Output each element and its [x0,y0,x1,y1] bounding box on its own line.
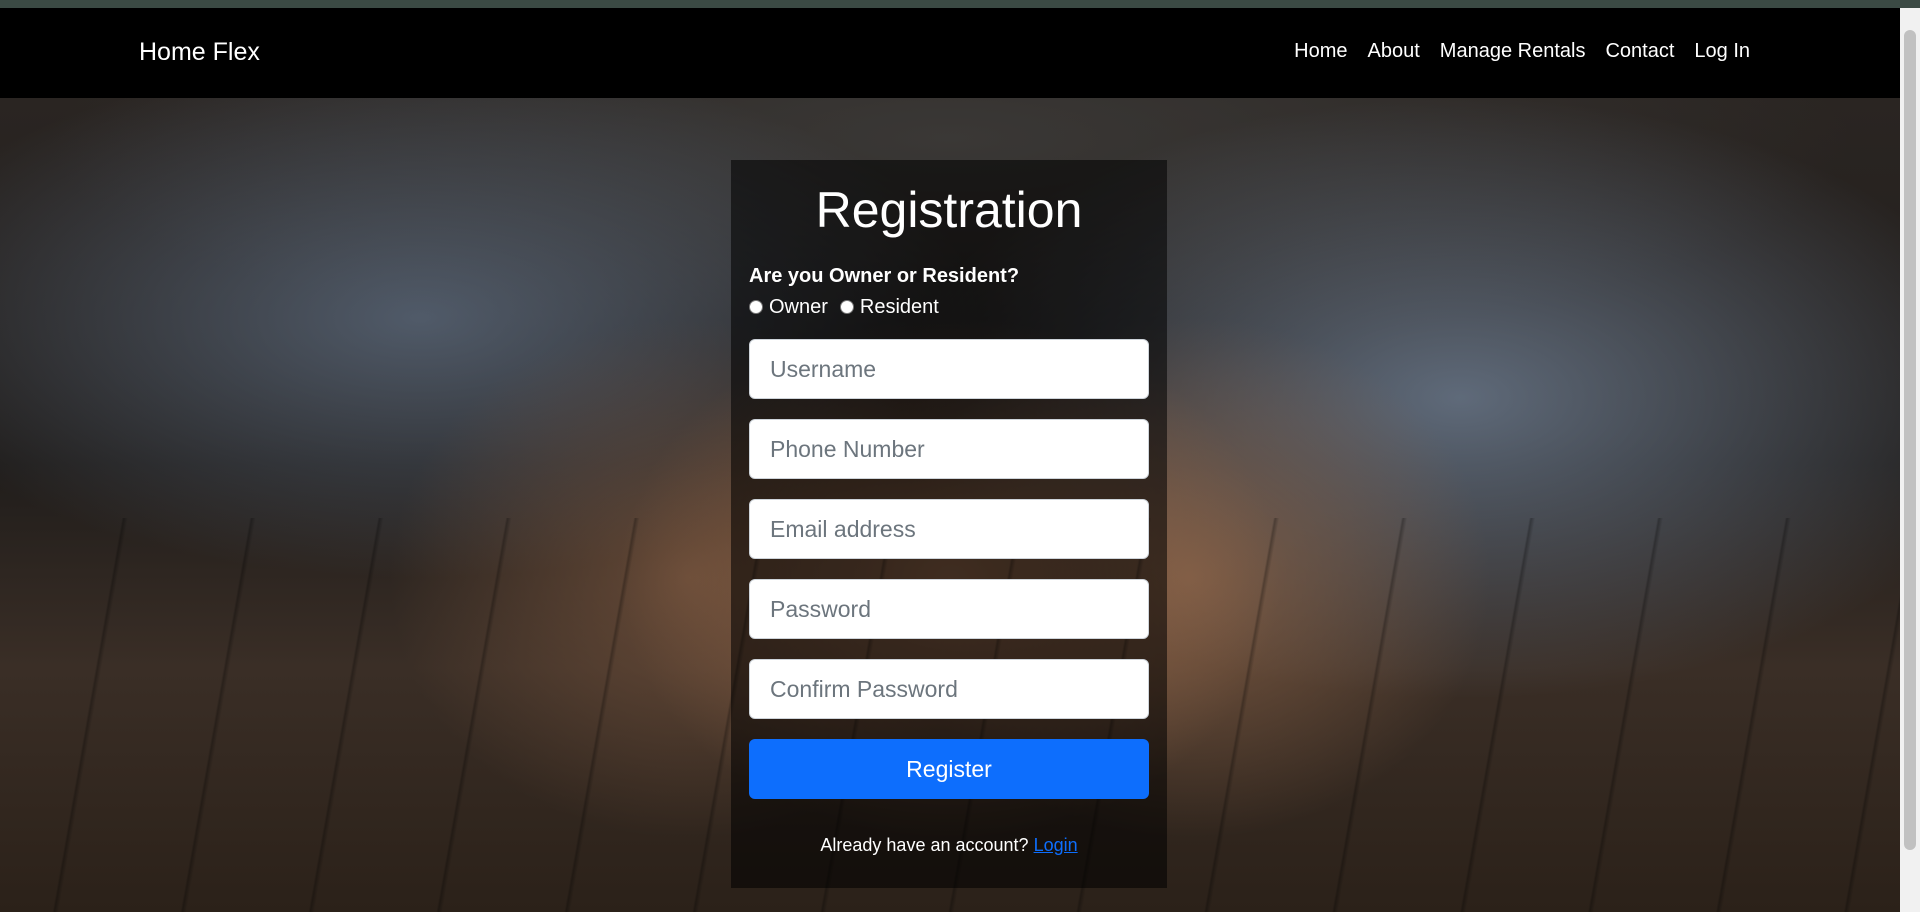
role-radio-group: Owner Resident [749,294,1149,320]
nav-links: Home About Manage Rentals Contact Log In [1294,40,1750,63]
login-prompt-row: Already have an account? Login [749,835,1149,856]
nav-link-manage-rentals[interactable]: Manage Rentals [1440,40,1586,63]
navbar: Home Flex Home About Manage Rentals Cont… [0,8,1900,98]
top-strip [0,0,1920,8]
confirm-password-input[interactable] [749,659,1149,719]
page-scrollbar[interactable] [1900,8,1920,912]
nav-link-login[interactable]: Log In [1694,40,1750,63]
resident-radio[interactable] [839,300,854,314]
login-link[interactable]: Login [1034,835,1078,855]
nav-link-home[interactable]: Home [1294,40,1347,63]
form-fields: Register [749,339,1149,799]
nav-link-contact[interactable]: Contact [1605,40,1674,63]
register-button[interactable]: Register [749,739,1149,799]
form-title: Registration [815,182,1083,238]
phone-input[interactable] [749,419,1149,479]
role-question: Are you Owner or Resident? [749,265,1020,287]
owner-radio[interactable] [749,300,763,314]
username-input[interactable] [749,339,1149,399]
login-prompt-text: Already have an account? [820,835,1029,855]
scrollbar-thumb[interactable] [1904,30,1916,850]
brand-link[interactable]: Home Flex [139,38,260,67]
registration-card: Registration Are you Owner or Resident? … [731,160,1167,888]
email-input[interactable] [749,499,1149,559]
password-input[interactable] [749,579,1149,639]
resident-radio-label: Resident [859,295,939,318]
owner-radio-label: Owner [769,295,828,318]
nav-link-about[interactable]: About [1368,40,1420,63]
